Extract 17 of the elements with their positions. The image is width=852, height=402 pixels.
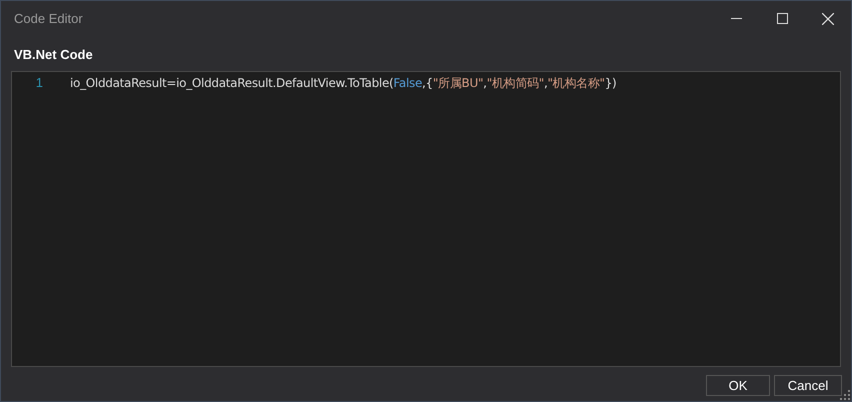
code-editor[interactable]: 1 io_OlddataResult=io_OlddataResult.DefaultView.ToTable(False,{"所属BU","机构简码","机构名称"}): [11, 70, 841, 366]
close-icon: [822, 12, 834, 24]
code-token: ,"机构简码": [483, 74, 544, 92]
editor-label: VB.Net Code: [14, 46, 94, 64]
cancel-button[interactable]: Cancel: [774, 374, 842, 396]
resize-grip-icon[interactable]: [840, 390, 850, 400]
ok-button[interactable]: OK: [706, 374, 770, 396]
line-number: 1: [34, 74, 44, 92]
code-token: }): [604, 74, 616, 92]
code-token: ,"机构名称": [544, 74, 605, 92]
code-token: io_OlddataResult=io_OlddataResult.DefaultView.ToTable(: [70, 74, 394, 92]
code-token: "所属BU": [432, 74, 484, 92]
code-token: ,{: [422, 74, 433, 92]
maximize-icon: [776, 13, 788, 24]
window-title: Code Editor: [14, 10, 83, 28]
minimize-icon: [730, 18, 742, 19]
code-token: False: [393, 74, 422, 92]
